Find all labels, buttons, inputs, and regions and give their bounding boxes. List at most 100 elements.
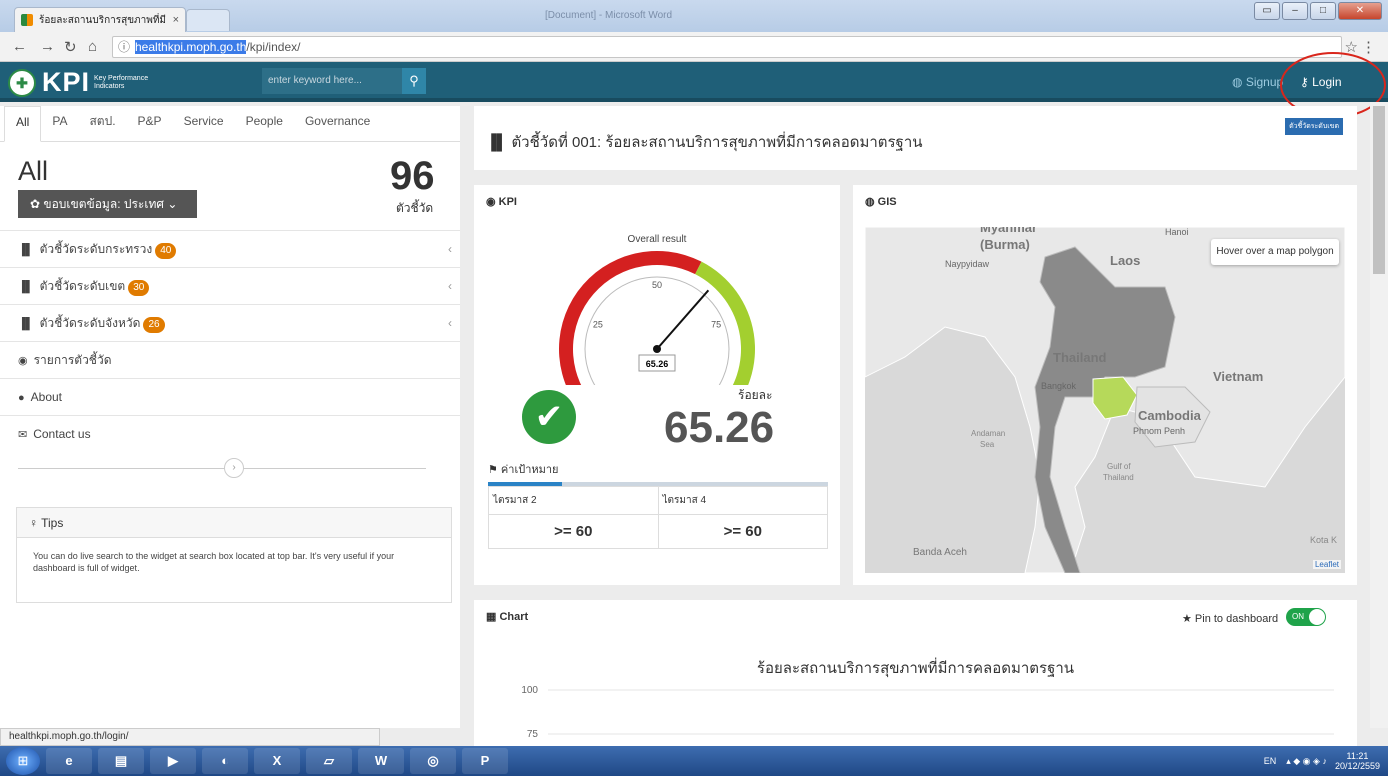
favicon-icon	[21, 14, 33, 26]
collapse-chevron-icon[interactable]: ›	[224, 458, 244, 478]
url-path: /kpi/index/	[246, 40, 301, 54]
sidebar-heading: All	[18, 156, 49, 186]
dashboard-icon: ◉	[18, 355, 28, 367]
system-tray: EN ▴ ◆ ◉ ◈ ♪ 11:21 20/12/2559	[1264, 746, 1388, 776]
gis-map[interactable]: Myanmar (Burma) Naypyidaw Laos Hanoi Tha…	[865, 227, 1345, 573]
signup-link[interactable]: ◍ Signup	[1232, 75, 1283, 89]
ie-icon[interactable]: e	[46, 748, 92, 774]
chrome-icon[interactable]: ◎	[410, 748, 456, 774]
sidebar-item-province[interactable]: ▐▌ ตัวชี้วัดระดับจังหวัด 26 ‹	[0, 304, 460, 341]
language-indicator[interactable]: EN	[1264, 756, 1277, 766]
restore-icon[interactable]: ▭	[1254, 2, 1280, 20]
chevron-down-icon: ⌄	[167, 197, 178, 211]
search-icon[interactable]: ⚲	[402, 68, 426, 94]
map-label: Bangkok	[1041, 381, 1077, 391]
map-label: Naypyidaw	[945, 259, 990, 269]
target-tab-indicator	[488, 482, 562, 486]
map-label: Banda Aceh	[913, 547, 967, 558]
count-badge: 26	[143, 317, 165, 333]
kpi-big-value: 65.26	[664, 403, 775, 452]
maximize-icon[interactable]: □	[1310, 2, 1336, 20]
tray-icons[interactable]: ▴ ◆ ◉ ◈ ♪	[1286, 756, 1327, 767]
clock[interactable]: 11:21 20/12/2559	[1335, 751, 1380, 771]
gauge-band-red	[559, 251, 702, 385]
close-window-icon[interactable]: ✕	[1338, 2, 1382, 20]
indicator-count: 96	[390, 154, 435, 198]
tab-pp[interactable]: P&P	[127, 106, 173, 141]
url-input[interactable]: ⓘ healthkpi.moph.go.th/kpi/index/	[112, 36, 1342, 58]
tab-stp[interactable]: สตป.	[78, 106, 126, 141]
tab-close-icon[interactable]: ×	[173, 14, 179, 26]
clock-date: 20/12/2559	[1334, 761, 1380, 771]
tab-service[interactable]: Service	[173, 106, 235, 141]
start-button[interactable]: ⊞	[6, 747, 40, 775]
globe-icon: ◍	[1232, 75, 1246, 89]
indicator-title: ▐▌ ตัวชี้วัดที่ 001: ร้อยละสถานบริการสุข…	[486, 130, 923, 154]
site-info-icon[interactable]: ⓘ	[118, 37, 130, 57]
signup-label: Signup	[1245, 75, 1284, 89]
firefox-icon[interactable]: ◐	[202, 748, 248, 774]
reload-icon[interactable]: ↻	[64, 38, 77, 56]
target-value: >= 60	[488, 514, 659, 549]
level-badge-button[interactable]: ตัวชี้วัดระดับเขต	[1285, 118, 1343, 135]
sidebar-item-region[interactable]: ▐▌ ตัวชี้วัดระดับเขต 30 ‹	[0, 267, 460, 304]
browser-tab-active[interactable]: ร้อยละสถานบริการสุขภาพที่มี ×	[14, 7, 186, 32]
info-icon: ●	[18, 392, 25, 404]
map-label: Phnom Penh	[1133, 426, 1185, 436]
tab-all[interactable]: All	[4, 106, 42, 142]
site-logo[interactable]: ✚ KPI Key Performance Indicators	[8, 67, 154, 98]
indicator-count-label: ตัวชี้วัด	[396, 201, 434, 215]
tab-governance[interactable]: Governance	[294, 106, 381, 141]
url-host: healthkpi.moph.go.th	[135, 40, 247, 54]
bar-chart-icon: ▐▌	[486, 134, 512, 151]
browser-tab-title: ร้อยละสถานบริการสุขภาพที่มี	[39, 14, 167, 26]
back-icon[interactable]: ←	[12, 38, 27, 55]
map-label: Thailand	[1103, 473, 1134, 482]
moph-emblem-icon: ✚	[8, 68, 36, 97]
chevron-left-icon: ‹	[448, 242, 452, 256]
page-scrollbar[interactable]	[1370, 102, 1388, 728]
lightbulb-icon: ♀	[29, 516, 42, 530]
explorer-icon[interactable]: ▤	[98, 748, 144, 774]
status-bar-url: healthkpi.moph.go.th/login/	[0, 728, 380, 746]
search-input[interactable]: enter keyword here...	[262, 68, 402, 94]
gauge-needle	[656, 289, 710, 350]
chart-card: ▦ Chart ★ Pin to dashboard ON ร้อยละสถาน…	[474, 600, 1357, 746]
gis-card: ◍ GIS Myanmar (Burma) Naypyidaw Laos Han…	[853, 185, 1357, 585]
gis-header: ◍ GIS	[865, 195, 897, 208]
sidebar-item-ministry[interactable]: ▐▌ ตัวชี้วัดระดับกระทรวง 40 ‹	[0, 230, 460, 267]
map-label: Thailand	[1053, 350, 1107, 365]
sidebar-item-label: ตัวชี้วัดระดับเขต	[39, 279, 126, 293]
powerpoint-icon[interactable]: P	[462, 748, 508, 774]
tab-people[interactable]: People	[235, 106, 294, 141]
forward-icon[interactable]: →	[40, 38, 55, 55]
excel-icon[interactable]: X	[254, 748, 300, 774]
sidebar-item-label: รายการตัวชี้วัด	[33, 353, 112, 367]
sidebar-item-indicator-list[interactable]: ◉ รายการตัวชี้วัด	[0, 341, 460, 378]
scope-dropdown-button[interactable]: ✿ ขอบเขตข้อมูล: ประเทศ ⌄	[18, 190, 197, 218]
y-tick-label: 100	[521, 685, 538, 696]
scrollbar-thumb[interactable]	[1373, 106, 1385, 274]
target-label: ⚑ ค่าเป้าหมาย	[488, 460, 559, 478]
sidebar-item-contact[interactable]: ✉ Contact us	[0, 415, 460, 452]
tips-panel: ♀ Tips You can do live search to the wid…	[16, 507, 452, 603]
map-hover-hint: Hover over a map polygon	[1211, 239, 1339, 265]
browser-tabstrip: ร้อยละสถานบริการสุขภาพที่มี × [Document]…	[0, 0, 1388, 32]
leaflet-attribution-link[interactable]: Leaflet	[1312, 560, 1341, 569]
sidebar-item-label: ตัวชี้วัดระดับจังหวัด	[39, 316, 141, 330]
word-icon[interactable]: W	[358, 748, 404, 774]
browser-menu-icon[interactable]: ⋮	[1361, 38, 1376, 56]
home-icon[interactable]: ⌂	[88, 38, 97, 55]
map-label: Gulf of	[1107, 462, 1131, 471]
map-label: (Burma)	[980, 237, 1030, 252]
minimize-icon[interactable]: –	[1282, 2, 1308, 20]
indicator-title-card: ▐▌ ตัวชี้วัดที่ 001: ร้อยละสถานบริการสุข…	[474, 106, 1357, 170]
tab-pa[interactable]: PA	[41, 106, 78, 141]
sidebar-item-about[interactable]: ● About	[0, 378, 460, 415]
page-title: ตัวชี้วัดที่ 001: ร้อยละสถานบริการสุขภาพ…	[511, 134, 923, 151]
media-player-icon[interactable]: ▶	[150, 748, 196, 774]
new-tab-button[interactable]	[186, 9, 230, 31]
check-icon: ✔	[522, 390, 576, 444]
folder-icon[interactable]: ▱	[306, 748, 352, 774]
bar-chart-icon: ▐▌	[18, 318, 34, 330]
